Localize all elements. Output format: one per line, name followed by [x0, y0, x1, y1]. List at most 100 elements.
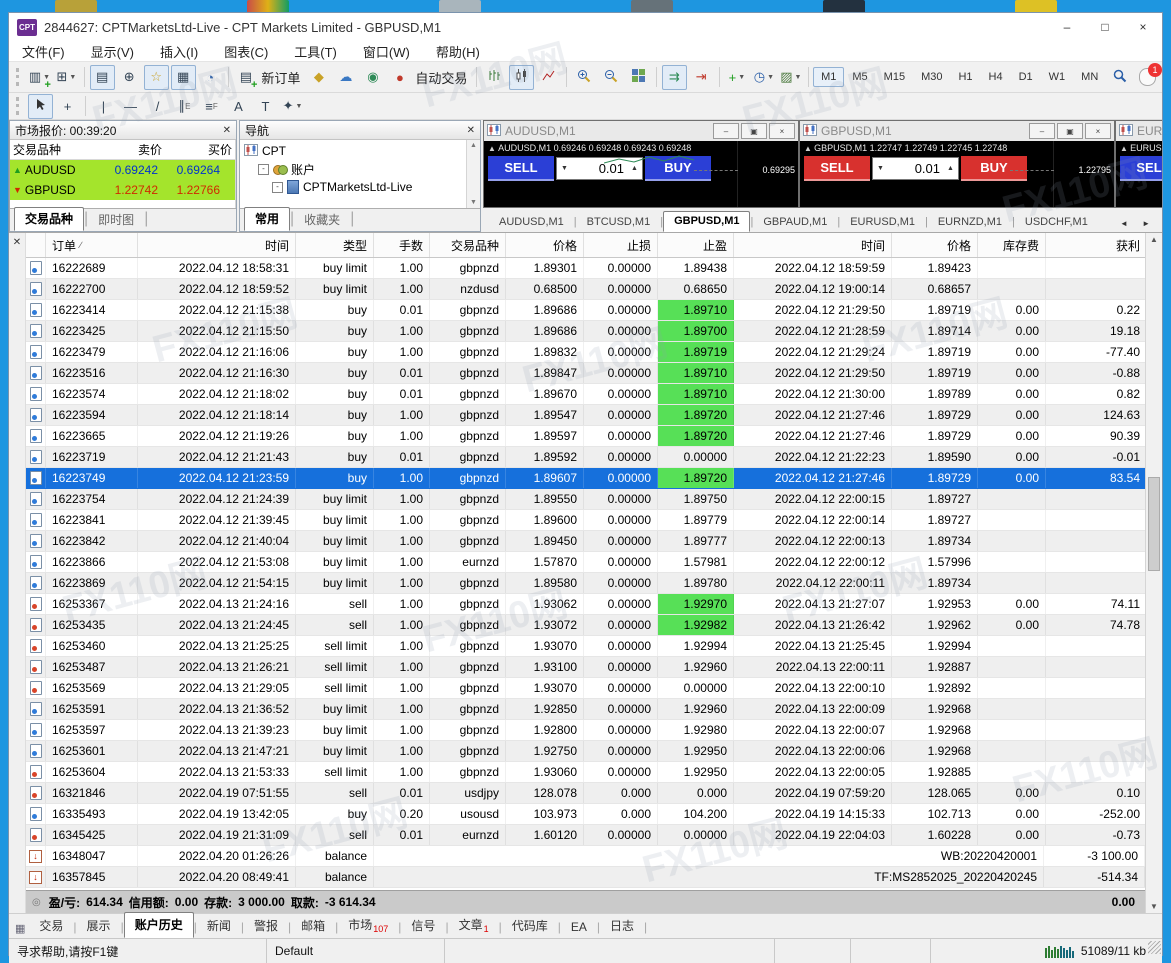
menu-图表(C)[interactable]: 图表(C): [211, 42, 281, 61]
history-scrollbar[interactable]: ▲ ▼: [1145, 233, 1162, 913]
history-row-16348047[interactable]: ↓163480472022.04.20 01:26:26balanceWB:20…: [26, 846, 1145, 867]
history-row-16223516[interactable]: 162235162022.04.12 21:16:30buy0.01gbpnzd…: [26, 363, 1145, 384]
auto-scroll-toggle[interactable]: ⇉: [662, 65, 687, 90]
terminal-tab-新闻[interactable]: 新闻: [197, 914, 241, 938]
timeframe-W1[interactable]: W1: [1041, 67, 1074, 87]
history-row-16321846[interactable]: 163218462022.04.19 07:51:55sell0.01usdjp…: [26, 783, 1145, 804]
tab-scroll-arrows[interactable]: ◄ ►: [1114, 219, 1162, 232]
terminal-tab-账户历史[interactable]: 账户历史: [124, 912, 194, 938]
history-row-16253591[interactable]: 162535912022.04.13 21:36:52buy limit1.00…: [26, 699, 1145, 720]
collapse-panel-icon[interactable]: ▲: [804, 144, 814, 153]
menu-插入(I)[interactable]: 插入(I): [147, 42, 211, 61]
timeframe-D1[interactable]: D1: [1011, 67, 1041, 87]
history-row-16223414[interactable]: 162234142022.04.12 21:15:38buy0.01gbpnzd…: [26, 300, 1145, 321]
history-row-16223665[interactable]: 162236652022.04.12 21:19:26buy1.00gbpnzd…: [26, 426, 1145, 447]
channel-tool[interactable]: ∥E: [172, 94, 197, 119]
sell-button[interactable]: SELL: [804, 156, 870, 181]
resize-grip[interactable]: [1148, 941, 1161, 954]
menu-窗口(W)[interactable]: 窗口(W): [350, 42, 423, 61]
header-手数[interactable]: 手数: [374, 233, 430, 257]
signals-button[interactable]: ◉: [360, 65, 385, 90]
history-row-16223869[interactable]: 162238692022.04.12 21:54:15buy limit1.00…: [26, 573, 1145, 594]
header-价格[interactable]: 价格: [506, 233, 584, 257]
status-profile[interactable]: Default: [267, 939, 445, 963]
header-时间[interactable]: 时间: [138, 233, 296, 257]
arrows-tool[interactable]: ✦▼: [280, 94, 305, 119]
close-button[interactable]: ×: [1124, 13, 1162, 41]
header-交易品种[interactable]: 交易品种: [430, 233, 506, 257]
scroll-up-icon[interactable]: ▲: [1146, 235, 1162, 244]
indicators-button[interactable]: +▼: [724, 65, 749, 90]
terminal-tab-代码库[interactable]: 代码库: [502, 914, 558, 938]
collapse-icon[interactable]: -: [272, 182, 283, 193]
column-bid[interactable]: 卖价: [98, 141, 166, 158]
navigator-toggle[interactable]: ☆: [144, 65, 169, 90]
label-tool[interactable]: T: [253, 94, 278, 119]
history-row-16253601[interactable]: 162536012022.04.13 21:47:21buy limit1.00…: [26, 741, 1145, 762]
minimize-button[interactable]: –: [1048, 13, 1086, 41]
header-类型[interactable]: 类型: [296, 233, 374, 257]
chart-tab-GBPAUD,M1[interactable]: GBPAUD,M1: [753, 213, 837, 232]
history-row-16223574[interactable]: 162235742022.04.12 21:18:02buy0.01gbpnzd…: [26, 384, 1145, 405]
chart-tab-USDCHF,M1[interactable]: USDCHF,M1: [1015, 213, 1098, 232]
timeframe-H1[interactable]: H1: [950, 67, 980, 87]
header-价格[interactable]: 价格: [892, 233, 978, 257]
data-window-toggle[interactable]: ⊕: [117, 65, 142, 90]
vline-tool[interactable]: |: [91, 94, 116, 119]
market-watch-toggle[interactable]: ▤: [90, 65, 115, 90]
history-row-16223719[interactable]: 162237192022.04.12 21:21:43buy0.01gbpnzd…: [26, 447, 1145, 468]
buy-button[interactable]: BUY: [961, 156, 1027, 181]
column-ask[interactable]: 买价: [166, 141, 235, 158]
strategy-tester-toggle[interactable]: ◔: [198, 65, 223, 90]
navigator-tab-收藏夹[interactable]: 收藏夹: [294, 209, 350, 231]
minimize-button[interactable]: –: [713, 123, 739, 139]
templates-button[interactable]: ▨▼: [778, 65, 803, 90]
lot-size-stepper[interactable]: ▼0.01▲: [872, 157, 959, 180]
history-row-16253597[interactable]: 162535972022.04.13 21:39:23buy limit1.00…: [26, 720, 1145, 741]
collapse-icon[interactable]: -: [258, 164, 269, 175]
sell-button[interactable]: SELL: [1120, 156, 1162, 181]
history-row-16223479[interactable]: 162234792022.04.12 21:16:06buy1.00gbpnzd…: [26, 342, 1145, 363]
timeframe-M30[interactable]: M30: [913, 67, 950, 87]
collapse-panel-icon[interactable]: ▲: [1120, 144, 1130, 153]
market-watch-row-GBPUSD[interactable]: ▼GBPUSD1.227421.22766: [10, 180, 235, 200]
text-tool[interactable]: A: [226, 94, 251, 119]
history-row-16253604[interactable]: 162536042022.04.13 21:53:33sell limit1.0…: [26, 762, 1145, 783]
header-获利[interactable]: 获利: [1046, 233, 1145, 257]
history-row-16253367[interactable]: 162533672022.04.13 21:24:16sell1.00gbpnz…: [26, 594, 1145, 615]
header-订单[interactable]: 订单∕: [46, 233, 138, 257]
symbol-search-button[interactable]: [1107, 65, 1132, 90]
market-watch-tab-交易品种[interactable]: 交易品种: [14, 207, 84, 231]
timeframe-H4[interactable]: H4: [981, 67, 1011, 87]
profiles-button[interactable]: ⊞▼: [54, 65, 79, 90]
chart-canvas[interactable]: ▲ EURUSD,M1SELL▼0.01▲BUY: [1116, 141, 1162, 207]
market-watch-tab-即时图[interactable]: 即时图: [88, 209, 144, 231]
history-row-16253487[interactable]: 162534872022.04.13 21:26:21sell limit1.0…: [26, 657, 1145, 678]
crosshair-tool[interactable]: +: [55, 94, 80, 119]
chart-tab-BTCUSD,M1[interactable]: BTCUSD,M1: [577, 213, 661, 232]
scroll-down-icon[interactable]: ▼: [1146, 902, 1162, 911]
terminal-tab-日志[interactable]: 日志: [600, 914, 644, 938]
timeframe-MN[interactable]: MN: [1073, 67, 1106, 87]
autotrading-button[interactable]: ●: [387, 65, 412, 90]
history-row-16223594[interactable]: 162235942022.04.12 21:18:14buy1.00gbpnzd…: [26, 405, 1145, 426]
terminal-toggle[interactable]: ▦: [171, 65, 196, 90]
timeframe-M1[interactable]: M1: [813, 67, 844, 87]
periods-button[interactable]: ◷▼: [751, 65, 776, 90]
maximize-button[interactable]: □: [1086, 13, 1124, 41]
header-止损[interactable]: 止损: [584, 233, 658, 257]
history-row-16223749[interactable]: 162237492022.04.12 21:23:59buy1.00gbpnzd…: [26, 468, 1145, 489]
timeframe-M15[interactable]: M15: [876, 67, 913, 87]
new-chart-button[interactable]: ▥+▼: [27, 65, 52, 90]
chart-tab-AUDUSD,M1[interactable]: AUDUSD,M1: [489, 213, 574, 232]
navigator-item-CPTMarketsLtd-Live[interactable]: -CPTMarketsLtd-Live: [244, 178, 466, 196]
collapse-panel-icon[interactable]: ▲: [488, 144, 498, 153]
close-icon[interactable]: ✕: [223, 125, 231, 136]
column-symbol[interactable]: 交易品种: [10, 141, 98, 158]
history-row-16253435[interactable]: 162534352022.04.13 21:24:45sell1.00gbpnz…: [26, 615, 1145, 636]
history-row-16223425[interactable]: 162234252022.04.12 21:15:50buy1.00gbpnzd…: [26, 321, 1145, 342]
sell-button[interactable]: SELL: [488, 156, 554, 181]
terminal-tab-市场[interactable]: 市场107: [338, 913, 398, 938]
chart-tab-EURUSD,M1[interactable]: EURUSD,M1: [840, 213, 925, 232]
restore-button[interactable]: ▣: [1057, 123, 1083, 139]
